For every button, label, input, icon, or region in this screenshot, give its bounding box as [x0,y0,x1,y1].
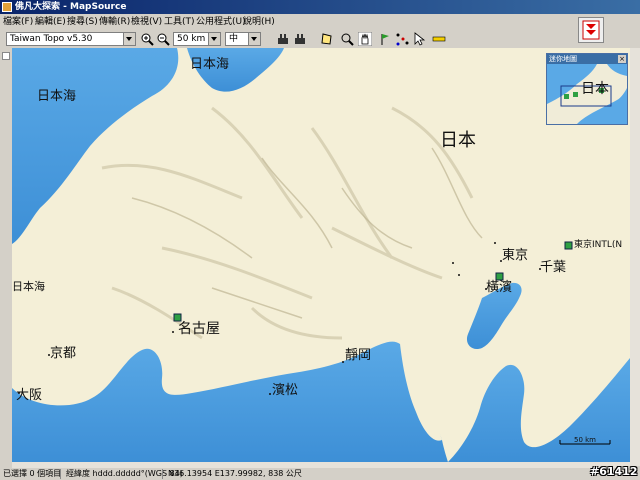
map-terrain [12,48,630,462]
poi-dot [342,361,344,363]
status-selection: 已選擇 0 個項目 [3,469,62,478]
chevron-down-icon [248,33,260,45]
status-coordinate-format: 經緯度 hddd.ddddd°(WGS 84) [66,469,183,478]
menu-view[interactable]: 檢視(V) [131,14,162,30]
chevron-down-icon [123,33,135,45]
poi-dot [18,392,20,394]
map-label-tokyo-intl: 東京INTL(N [574,240,623,250]
double-arrow-down-icon [582,20,600,40]
pointer-icon[interactable] [412,32,426,46]
scale-bar-label: 50 km [574,436,597,444]
expand-panel-icon[interactable] [2,52,10,60]
menu-transfer[interactable]: 傳輸(R) [99,14,130,30]
left-strip [0,48,12,466]
map-label-chiba: 千葉 [540,260,567,275]
toolbar: Taiwan Topo v5.30 50 km 中 [0,30,575,48]
map-label-osaka: 大阪 [16,388,43,403]
map-label-shizuoka: 靜岡 [345,348,372,363]
map-select-icon[interactable] [320,32,334,46]
poi-dot [539,268,541,270]
map-label-tokyo: 東京 [502,248,529,263]
status-cursor-position: N36.13954 E137.99982, 838 公尺 [168,469,302,478]
map-label-sea-japan: 日本海 [12,280,45,293]
menu-edit[interactable]: 編輯(E) [35,14,66,30]
zoom-out-icon[interactable] [156,32,170,46]
poi-dot [485,288,487,290]
window-title: 佛凡大探索 - MapSource [15,2,127,12]
detail-select-value: 中 [229,34,239,44]
map-label-sea-japan: 日本海 [37,89,77,104]
menu-file[interactable]: 檔案(F) [3,14,33,30]
map-label-hamamatsu: 濱松 [272,383,299,398]
measure-ruler-icon[interactable] [432,32,446,46]
title-bar: 佛凡大探索 - MapSource [0,0,640,14]
mini-map-title: 迷你地圖 [547,54,627,64]
map-view[interactable]: 日本海 日本海 日本海 日本 東京 千葉 橫濱 名古屋 京都 大阪 靜岡 濱松 … [12,48,630,462]
map-label-japan: 日本 [440,130,476,151]
poi-dot [500,260,502,262]
mini-map-panel[interactable]: 迷你地圖 × 日本 [546,53,628,125]
detail-select[interactable]: 中 [225,32,261,46]
route-tool-icon[interactable] [395,32,409,46]
poi-dot [269,393,271,395]
poi-dot [494,242,496,244]
poi-dot [172,331,174,333]
menu-tools[interactable]: 工具(T) [164,14,195,30]
status-separator [162,469,163,479]
mini-map-title-text: 迷你地圖 [549,55,577,63]
map-label-sea-japan: 日本海 [190,57,230,72]
app-icon [2,2,12,12]
zoom-tool-icon[interactable] [340,32,354,46]
menu-search[interactable]: 搜尋(S) [67,14,98,30]
poi-dot [48,354,50,356]
menu-utilities[interactable]: 公用程式(U) [196,14,246,30]
pan-hand-icon[interactable] [358,32,372,46]
map-label-nagoya: 名古屋 [178,321,220,337]
receive-from-device-icon[interactable] [276,32,290,46]
menu-help[interactable]: 說明(H) [243,14,275,30]
zoom-select-value: 50 km [177,34,206,44]
poi-dot [458,274,460,276]
send-to-device-icon[interactable] [293,32,307,46]
waypoint-flag-icon[interactable] [378,32,392,46]
poi-dot [452,262,454,264]
product-select-value: Taiwan Topo v5.30 [10,34,93,44]
close-icon[interactable]: × [618,55,626,63]
status-separator [60,469,61,479]
map-label-kyoto: 京都 [50,346,77,361]
chevron-down-icon [208,33,220,45]
mini-map-label-japan: 日本 [581,81,609,97]
download-button[interactable] [578,17,604,43]
watermark-text: #61412 [590,465,638,478]
menu-bar: 檔案(F) 編輯(E) 搜尋(S) 傳輸(R) 檢視(V) 工具(T) 公用程式… [0,14,575,30]
map-label-yokohama: 橫濱 [486,280,513,295]
vertical-scrollbar[interactable] [630,48,640,466]
zoom-select[interactable]: 50 km [173,32,221,46]
zoom-in-icon[interactable] [140,32,154,46]
status-bar: 已選擇 0 個項目 經緯度 hddd.ddddd°(WGS 84) N36.13… [0,468,640,480]
product-select[interactable]: Taiwan Topo v5.30 [6,32,136,46]
